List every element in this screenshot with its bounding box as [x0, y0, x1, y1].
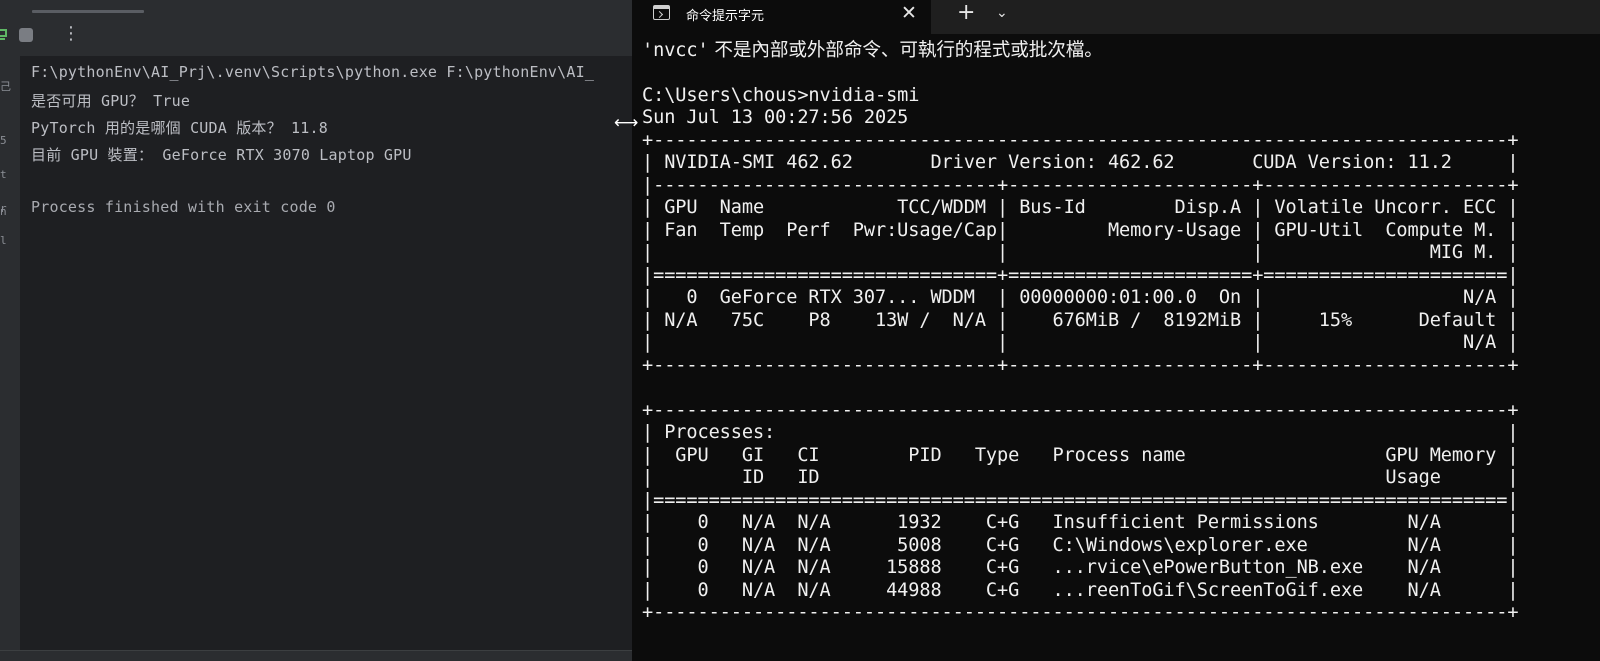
- nvcc-error-message: 不是內部或外部命令、可執行的程式或批次檔。: [708, 40, 1103, 61]
- gutter-char: 5: [0, 134, 7, 147]
- new-tab-button[interactable]: +: [957, 1, 975, 25]
- terminal-line: +-------------------------------+-------…: [642, 354, 1519, 376]
- terminal-line: | 0 N/A N/A 5008 C+G C:\Windows\explorer…: [642, 534, 1519, 556]
- terminal-line: | GPU GI CI PID Type Process name GPU Me…: [642, 444, 1519, 466]
- console-line-exit-code: Process finished with exit code 0: [31, 198, 336, 216]
- run-console-output[interactable]: F:\pythonEnv\AI_Prj\.venv\Scripts\python…: [20, 56, 632, 650]
- terminal-line: | 0 N/A N/A 15888 C+G ...rvice\ePowerBut…: [642, 557, 1519, 578]
- terminal-tab-bar: 命令提示字元 ✕ + ⌄: [632, 0, 1600, 34]
- gutter-char: 己: [0, 80, 11, 93]
- ide-run-panel: ⋮ 己 5 t r n l F:\pythonEnv\AI_Prj\.venv\…: [0, 0, 632, 661]
- gutter-char: n: [0, 205, 7, 218]
- console-line-gpu-available: 是否可用 GPU？ True: [31, 92, 191, 110]
- rerun-icon[interactable]: [0, 27, 8, 43]
- terminal-line: C:\Users\chous>nvidia-smi: [642, 84, 920, 106]
- terminal-line: +---------------------------------------…: [642, 602, 1519, 623]
- terminal-tab-cmd[interactable]: 命令提示字元 ✕: [632, 0, 931, 34]
- terminal-line: | ID ID Usage |: [642, 467, 1519, 488]
- console-line-cuda-version: PyTorch 用的是哪個 CUDA 版本？ 11.8: [31, 119, 328, 137]
- ide-status-strip: [0, 650, 632, 661]
- terminal-tab-title: 命令提示字元: [686, 9, 765, 24]
- terminal-line: +---------------------------------------…: [642, 129, 1519, 151]
- terminal-line: |=======================================…: [642, 489, 1519, 511]
- console-line-gpu-device: 目前 GPU 裝置： GeForce RTX 3070 Laptop GPU: [31, 146, 412, 164]
- terminal-line: |===============================+=======…: [642, 264, 1519, 286]
- terminal-line: | Processes: |: [642, 422, 1519, 443]
- more-options-icon[interactable]: ⋮: [62, 24, 80, 44]
- console-line-command: F:\pythonEnv\AI_Prj\.venv\Scripts\python…: [31, 63, 595, 81]
- terminal-line: | | | N/A |: [642, 332, 1519, 353]
- run-toolbar: ⋮: [0, 14, 632, 57]
- run-tab-indicator[interactable]: [32, 10, 144, 13]
- resize-cursor-icon: ⟷: [614, 113, 639, 133]
- terminal-window: 命令提示字元 ✕ + ⌄ 'nvcc' 不是內部或外部命令、可執行的程式或批次檔…: [632, 0, 1600, 661]
- console-gutter: 己 5 t r n l: [0, 56, 20, 650]
- stop-icon[interactable]: [19, 28, 33, 42]
- terminal-line: | 0 N/A N/A 1932 C+G Insufficient Permis…: [642, 512, 1519, 533]
- terminal-line: | GPU Name TCC/WDDM | Bus-Id Disp.A | Vo…: [642, 197, 1519, 218]
- terminal-line: |-------------------------------+-------…: [642, 174, 1519, 196]
- terminal-line: | 0 GeForce RTX 307... WDDM | 00000000:0…: [642, 287, 1519, 308]
- terminal-output[interactable]: 'nvcc' 不是內部或外部命令、可執行的程式或批次檔。 C:\Users\ch…: [632, 34, 1600, 661]
- terminal-line: | Fan Temp Perf Pwr:Usage/Cap| Memory-Us…: [642, 219, 1519, 241]
- terminal-line: +---------------------------------------…: [642, 399, 1519, 421]
- chevron-down-icon[interactable]: ⌄: [996, 3, 1008, 23]
- terminal-line: | N/A 75C P8 13W / N/A | 676MiB / 8192Mi…: [642, 309, 1519, 331]
- terminal-line-nvcc-error: 'nvcc' 不是內部或外部命令、可執行的程式或批次檔。: [642, 40, 1103, 62]
- close-tab-icon[interactable]: ✕: [901, 2, 917, 24]
- command-prompt-icon: [653, 5, 670, 20]
- terminal-line: | 0 N/A N/A 44988 C+G ...reenToGif\Scree…: [642, 579, 1519, 601]
- terminal-line: | | | MIG M. |: [642, 242, 1519, 263]
- gutter-char: t: [0, 168, 7, 181]
- terminal-line: Sun Jul 13 00:27:56 2025: [642, 107, 909, 128]
- terminal-line: | NVIDIA-SMI 462.62 Driver Version: 462.…: [642, 152, 1519, 173]
- ide-tab-strip: [0, 0, 632, 14]
- gutter-char: l: [0, 234, 7, 247]
- nvcc-command-text: 'nvcc': [642, 40, 709, 61]
